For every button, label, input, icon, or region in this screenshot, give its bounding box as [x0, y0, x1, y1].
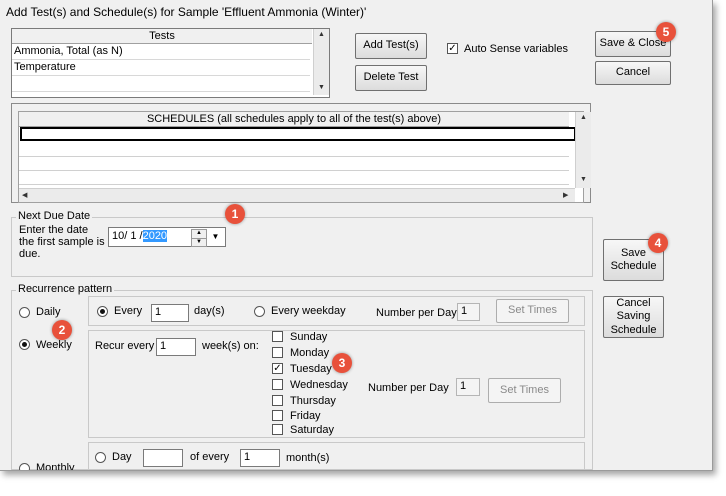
- callout-badge-3: 3: [332, 353, 352, 373]
- next-due-date-picker[interactable]: 10/ 1 /2020 ▲ ▼ ▼: [108, 227, 226, 247]
- monthly-radio[interactable]: [19, 463, 30, 470]
- daily-number-per-day-label: Number per Day: [376, 307, 457, 319]
- dropdown-icon[interactable]: ▼: [209, 230, 222, 244]
- cancel-saving-schedule-button[interactable]: Cancel Saving Schedule: [603, 296, 664, 338]
- of-every-label: of every: [190, 451, 230, 463]
- friday-checkbox[interactable]: [272, 410, 283, 421]
- tests-list[interactable]: Tests Ammonia, Total (as N) Temperature …: [11, 28, 330, 98]
- weekly-number-per-day-input[interactable]: 1: [456, 378, 480, 396]
- schedules-scrollbar[interactable]: ▲ ▼: [575, 112, 591, 188]
- schedules-panel: SCHEDULES (all schedules apply to all of…: [11, 103, 591, 203]
- saturday-label: Saturday: [290, 424, 335, 436]
- daily-set-times-button[interactable]: Set Times: [496, 299, 569, 323]
- recurrence-legend: Recurrence pattern: [16, 283, 115, 295]
- tuesday-checkbox[interactable]: ✓: [272, 363, 283, 374]
- test-row[interactable]: Ammonia, Total (as N): [12, 44, 310, 60]
- spin-down-icon[interactable]: ▼: [191, 238, 207, 247]
- cancel-button[interactable]: Cancel: [595, 61, 671, 85]
- delete-test-button[interactable]: Delete Test: [355, 65, 427, 91]
- day-label: Day: [112, 451, 132, 463]
- scroll-right-icon[interactable]: ▶: [563, 191, 568, 199]
- auto-sense-label: Auto Sense variables: [464, 43, 568, 55]
- scroll-up-icon[interactable]: ▲: [318, 31, 325, 38]
- callout-badge-2: 2: [52, 320, 72, 340]
- scroll-up-icon[interactable]: ▲: [580, 114, 587, 121]
- sunday-checkbox[interactable]: [272, 331, 283, 342]
- monthly-label: Monthly: [36, 462, 75, 471]
- days-label: day(s): [194, 305, 225, 317]
- every-days-radio[interactable]: [97, 306, 108, 317]
- recur-every-label: Recur every: [95, 340, 155, 352]
- weeks-on-label: week(s) on:: [202, 340, 259, 352]
- wednesday-checkbox[interactable]: [272, 379, 283, 390]
- friday-label: Friday: [290, 410, 321, 422]
- weekly-set-times-button[interactable]: Set Times: [488, 378, 561, 403]
- next-due-legend: Next Due Date: [16, 210, 93, 222]
- schedules-grid[interactable]: SCHEDULES (all schedules apply to all of…: [18, 111, 591, 203]
- add-test-button[interactable]: Add Test(s): [355, 33, 427, 59]
- test-row[interactable]: Temperature: [12, 60, 310, 76]
- callout-badge-5: 5: [656, 22, 676, 42]
- test-row-empty[interactable]: [12, 76, 310, 92]
- next-due-prompt: Enter the date the first sample is due.: [19, 224, 105, 260]
- weekly-number-per-day-label: Number per Day: [368, 382, 449, 394]
- months-label: month(s): [286, 452, 330, 464]
- tests-scrollbar[interactable]: ▲ ▼: [313, 29, 329, 95]
- weekly-label: Weekly: [36, 339, 72, 351]
- auto-sense-checkbox[interactable]: ✓: [447, 43, 458, 54]
- date-prefix: 10/ 1 /: [112, 230, 143, 242]
- monday-label: Monday: [290, 347, 330, 359]
- dialog-window: Add Test(s) and Schedule(s) for Sample '…: [0, 0, 713, 471]
- weekly-radio[interactable]: [19, 339, 30, 350]
- schedules-header: SCHEDULES (all schedules apply to all of…: [19, 112, 569, 127]
- daily-label: Daily: [36, 306, 61, 318]
- tests-header: Tests: [12, 29, 312, 44]
- scroll-left-icon[interactable]: ◀: [22, 191, 27, 199]
- callout-badge-4: 4: [648, 233, 668, 253]
- thursday-label: Thursday: [290, 395, 336, 407]
- every-label: Every: [114, 305, 143, 317]
- scroll-down-icon[interactable]: ▼: [318, 84, 325, 91]
- monthly-day-input[interactable]: [143, 449, 183, 467]
- of-every-input[interactable]: 1: [240, 449, 280, 467]
- monday-checkbox[interactable]: [272, 347, 283, 358]
- schedules-hscrollbar[interactable]: ◀ ▶: [19, 188, 575, 202]
- saturday-checkbox[interactable]: [272, 424, 283, 435]
- window-title: Add Test(s) and Schedule(s) for Sample '…: [6, 5, 367, 19]
- every-weekday-label: Every weekday: [271, 305, 346, 317]
- sunday-label: Sunday: [290, 331, 328, 343]
- every-days-input[interactable]: 1: [151, 304, 189, 322]
- thursday-checkbox[interactable]: [272, 395, 283, 406]
- daily-number-per-day-input[interactable]: 1: [457, 303, 480, 321]
- title-bar: Add Test(s) and Schedule(s) for Sample '…: [0, 0, 712, 22]
- daily-radio[interactable]: [19, 307, 30, 318]
- every-weekday-radio[interactable]: [254, 306, 265, 317]
- tuesday-label: Tuesday: [290, 363, 332, 375]
- date-year-selected[interactable]: 2020: [142, 230, 168, 242]
- wednesday-label: Wednesday: [290, 379, 348, 391]
- callout-badge-1: 1: [225, 204, 245, 224]
- monthly-day-radio[interactable]: [95, 452, 106, 463]
- recur-every-input[interactable]: 1: [156, 338, 196, 356]
- schedule-row-selected[interactable]: [20, 127, 576, 141]
- scroll-down-icon[interactable]: ▼: [580, 176, 587, 183]
